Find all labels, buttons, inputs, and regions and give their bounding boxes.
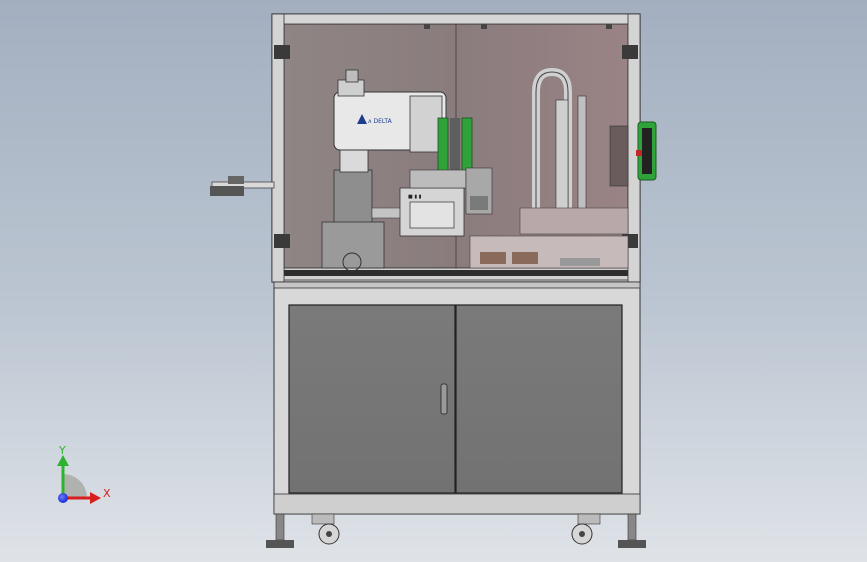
bottom-rail-dark-strip bbox=[284, 270, 628, 276]
y-axis-label: Y bbox=[58, 444, 66, 457]
cabinet-door-left[interactable] bbox=[288, 304, 456, 494]
robot-brand-text: ᴧ DELTA bbox=[368, 118, 393, 125]
robot-base bbox=[333, 169, 373, 226]
robot-top-cap bbox=[345, 69, 359, 83]
leveling-foot-right bbox=[627, 513, 637, 541]
left-feeder-rod bbox=[210, 176, 275, 196]
light-curtain-left bbox=[437, 117, 449, 173]
cabinet-door-right[interactable] bbox=[455, 304, 623, 494]
feet-and-casters bbox=[266, 513, 646, 548]
robot-column bbox=[339, 149, 369, 173]
bracket-tl bbox=[274, 45, 290, 59]
top-rail bbox=[275, 13, 637, 25]
leveling-foot-left bbox=[275, 513, 285, 541]
right-green-handle bbox=[636, 121, 657, 181]
automation-machine: ᴧ DELTA ■ ▮ ▮ bbox=[210, 13, 657, 548]
robot-arm-top bbox=[337, 79, 365, 97]
hmi-label: ■ ▮ ▮ bbox=[408, 194, 422, 200]
axis-triad: Y X bbox=[57, 444, 111, 504]
x-axis-arrow bbox=[90, 492, 101, 504]
x-axis-label: X bbox=[103, 487, 111, 500]
light-curtain-right bbox=[461, 117, 473, 173]
triad-quarter-arc bbox=[63, 474, 87, 498]
hinge-top-2 bbox=[481, 24, 487, 29]
hinge-top-1 bbox=[424, 24, 430, 29]
cabinet-bottom bbox=[273, 493, 641, 515]
bracket-bl bbox=[274, 234, 290, 248]
caster-right bbox=[571, 513, 601, 545]
cad-viewport[interactable]: ᴧ DELTA ■ ▮ ▮ Y X bbox=[0, 0, 867, 562]
z-axis-origin bbox=[58, 493, 68, 503]
light-curtains bbox=[437, 117, 473, 173]
robot-joint bbox=[409, 95, 443, 153]
bracket-tr bbox=[622, 45, 638, 59]
hmi-screen bbox=[409, 201, 455, 229]
caster-left bbox=[311, 513, 340, 545]
door-handle[interactable] bbox=[440, 383, 448, 415]
hmi-panel: ■ ▮ ▮ bbox=[399, 169, 467, 237]
hinge-top-3 bbox=[606, 24, 612, 29]
lower-cabinet bbox=[273, 281, 641, 515]
cabinet-top-lip bbox=[273, 281, 641, 289]
